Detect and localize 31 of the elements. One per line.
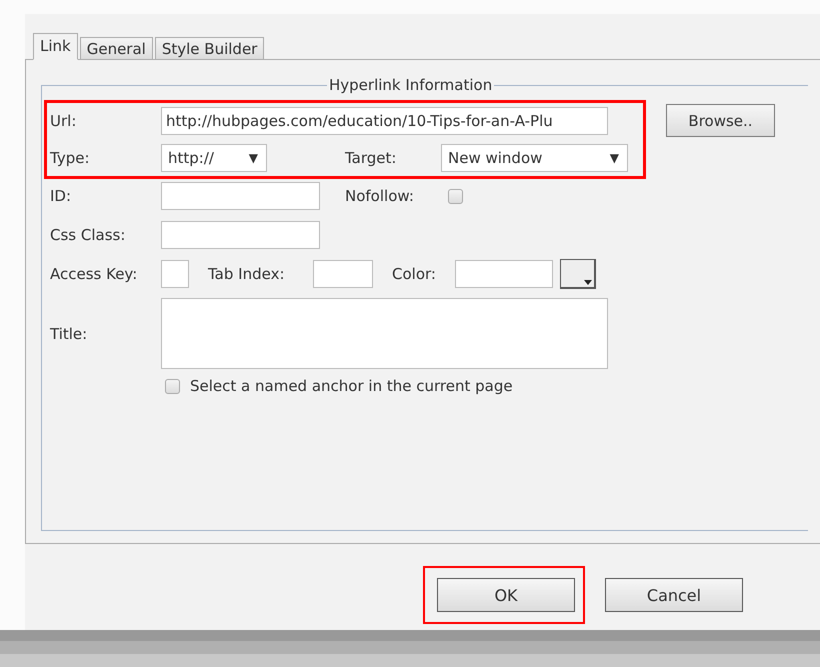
dialog-button[interactable]: OK bbox=[437, 578, 575, 612]
tab[interactable]: General bbox=[80, 37, 153, 60]
tab[interactable]: Link bbox=[33, 33, 78, 60]
field-label: ID: bbox=[50, 187, 72, 205]
id-field[interactable] bbox=[161, 182, 320, 210]
checkbox-label: Select a named anchor in the current page bbox=[190, 377, 513, 395]
nofollow-checkbox[interactable] bbox=[448, 188, 463, 204]
title-textarea[interactable] bbox=[161, 298, 608, 369]
anchor-checkbox[interactable] bbox=[165, 378, 180, 394]
color-field[interactable] bbox=[455, 260, 553, 288]
caret-icon bbox=[584, 280, 592, 285]
field-label: Nofollow: bbox=[345, 187, 415, 205]
access-key-field[interactable] bbox=[161, 260, 189, 288]
target-dropdown[interactable]: New window ▼ bbox=[441, 144, 628, 172]
type-dropdown[interactable]: http:// ▼ bbox=[161, 144, 267, 172]
color-picker-button[interactable] bbox=[560, 259, 596, 289]
fieldset-legend: Hyperlink Information bbox=[327, 76, 494, 94]
field-label: Tab Index: bbox=[208, 265, 286, 283]
css-class-field[interactable] bbox=[161, 221, 320, 249]
tab[interactable]: Style Builder bbox=[154, 37, 264, 60]
field-label: Color: bbox=[392, 265, 437, 283]
field-label: Target: bbox=[345, 149, 398, 167]
url-field[interactable]: http://hubpages.com/education/10-Tips-for-an-A-Plu bbox=[161, 107, 608, 135]
browse-button[interactable]: Browse.. bbox=[666, 104, 775, 137]
field-label: Url: bbox=[50, 112, 78, 130]
field-label: Type: bbox=[50, 149, 91, 167]
tab-index-field[interactable] bbox=[313, 260, 373, 288]
field-label: Title: bbox=[50, 324, 88, 342]
dialog-button[interactable]: Cancel bbox=[605, 578, 743, 612]
field-label: Access Key: bbox=[50, 265, 138, 283]
field-label: Css Class: bbox=[50, 226, 126, 244]
